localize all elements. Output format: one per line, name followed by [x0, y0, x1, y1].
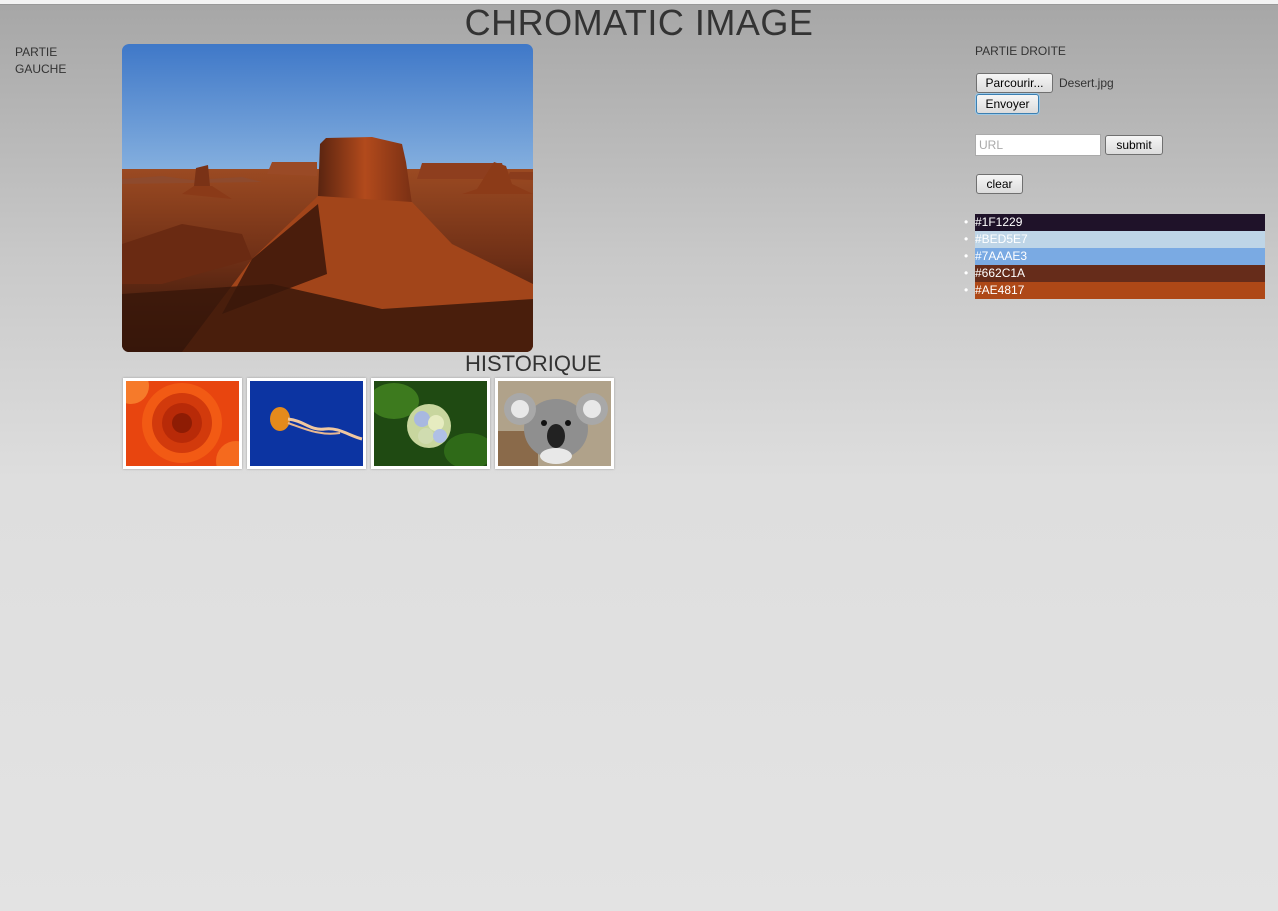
- main-image-desert: [122, 44, 533, 352]
- send-button[interactable]: Envoyer: [976, 94, 1039, 114]
- url-input[interactable]: [975, 134, 1101, 156]
- left-panel-label: PARTIE GAUCHE: [15, 45, 67, 76]
- history-thumbnail-hydrangea[interactable]: [371, 378, 490, 469]
- history-thumbnail-chrysanthemum[interactable]: [123, 378, 242, 469]
- history-thumbnail-jellyfish[interactable]: [247, 378, 366, 469]
- palette-color-swatch: #7AAAE3: [964, 248, 1265, 265]
- color-palette-list: #1F1229 #BED5E7 #7AAAE3 #662C1A #AE4817: [962, 214, 1265, 299]
- palette-color-swatch: #BED5E7: [964, 231, 1265, 248]
- selected-file-name: Desert.jpg: [1059, 76, 1114, 90]
- palette-color-swatch: #1F1229: [964, 214, 1265, 231]
- palette-color-swatch: #662C1A: [964, 265, 1265, 282]
- browse-file-button[interactable]: Parcourir...: [976, 73, 1053, 93]
- submit-button[interactable]: submit: [1105, 135, 1163, 155]
- palette-color-swatch: #AE4817: [964, 282, 1265, 299]
- history-thumbnails: [123, 378, 614, 469]
- history-thumbnail-koala[interactable]: [495, 378, 614, 469]
- history-title: HISTORIQUE: [465, 351, 602, 376]
- clear-button[interactable]: clear: [976, 174, 1023, 194]
- right-panel-label: PARTIE DROITE: [975, 44, 1066, 58]
- page-title: CHROMATIC IMAGE: [464, 2, 814, 43]
